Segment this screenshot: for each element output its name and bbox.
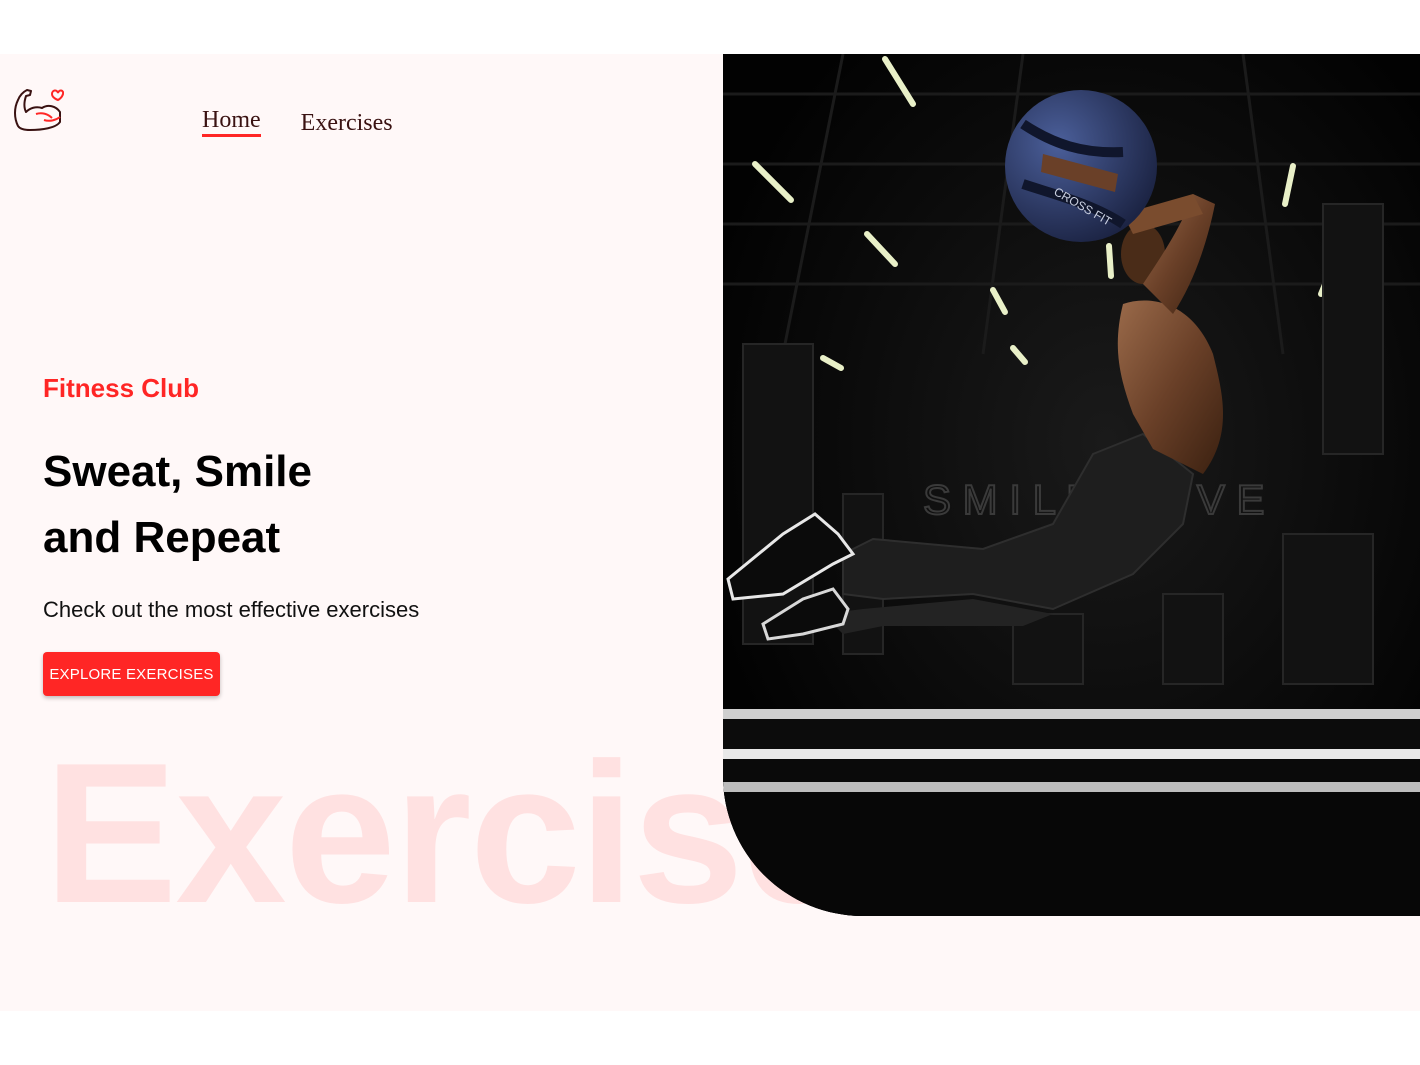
athlete-jumping-photo: S M I L E M O V E bbox=[723, 54, 1420, 916]
hero-headline: Sweat, Smile and Repeat bbox=[43, 439, 312, 571]
logo[interactable] bbox=[12, 84, 65, 136]
explore-exercises-button[interactable]: EXPLORE EXERCISES bbox=[43, 652, 220, 696]
nav-link-exercises[interactable]: Exercises bbox=[301, 110, 393, 137]
nav-link-home[interactable]: Home bbox=[202, 107, 261, 137]
hero-section: Exercise Home Exercises Fitness Club Swe… bbox=[0, 54, 1420, 1011]
headline-line-2: and Repeat bbox=[43, 513, 281, 562]
hero-kicker: Fitness Club bbox=[43, 373, 200, 403]
banner-image: S M I L E M O V E bbox=[723, 54, 1420, 916]
main-nav: Home Exercises bbox=[202, 107, 393, 137]
headline-line-1: Sweat, Smile bbox=[43, 447, 313, 496]
hero-subtitle: Check out the most effective exercises bbox=[43, 597, 420, 622]
flexed-arm-heart-icon bbox=[14, 89, 65, 131]
